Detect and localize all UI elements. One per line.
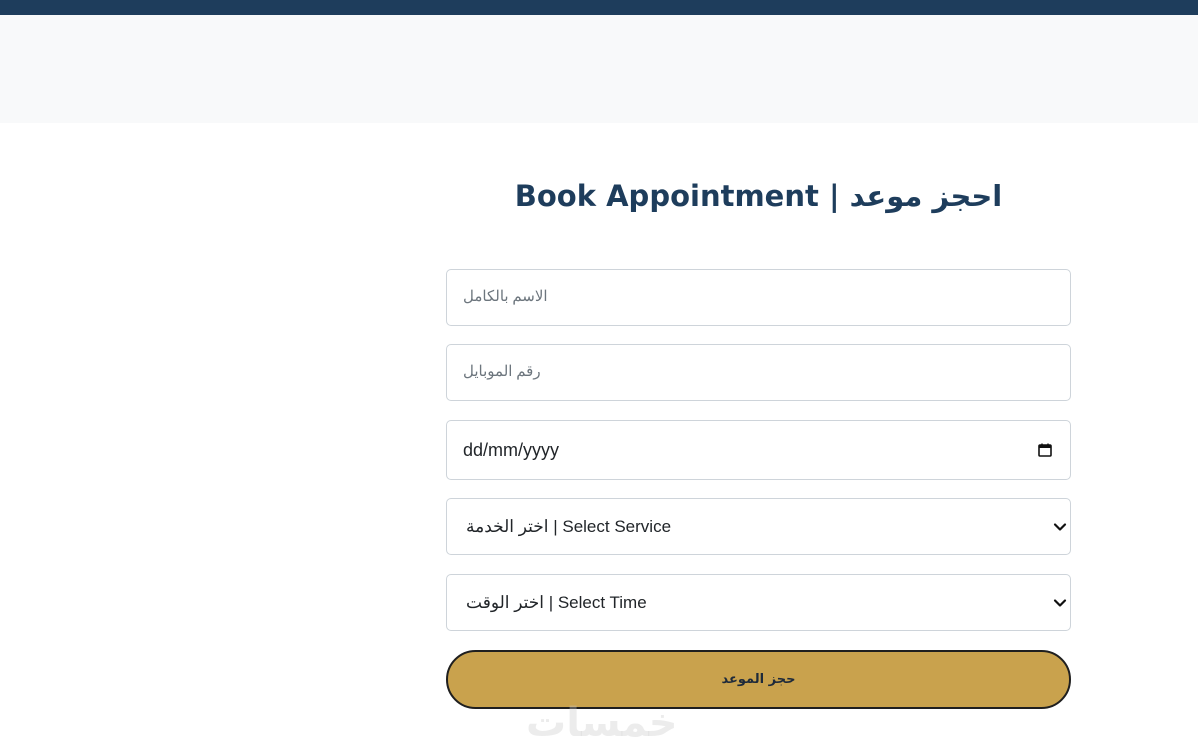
mobile-input[interactable] <box>447 345 1070 400</box>
book-appointment-button-label: حجز الموعد <box>721 672 796 687</box>
chevron-down-icon <box>1053 599 1067 607</box>
time-select[interactable]: اختر الوقت | Select Time <box>446 574 1071 631</box>
hero-banner <box>0 15 1198 123</box>
chevron-down-icon <box>1053 523 1067 531</box>
full-name-input[interactable] <box>447 270 1070 325</box>
service-select-value: اختر الخدمة | Select Service <box>466 517 672 536</box>
time-select-value: اختر الوقت | Select Time <box>466 593 647 612</box>
page-title: Book Appointment | احجز موعد <box>514 179 1003 213</box>
watermark-logo: خمسات <box>526 700 676 746</box>
top-navigation-bar <box>0 0 1198 15</box>
service-select[interactable]: اختر الخدمة | Select Service <box>446 498 1071 555</box>
date-input-value[interactable]: dd/mm/yyyy <box>463 421 559 479</box>
mobile-field[interactable] <box>446 344 1071 401</box>
date-picker-field[interactable]: dd/mm/yyyy <box>446 420 1071 480</box>
calendar-icon[interactable] <box>1038 443 1052 457</box>
full-name-field[interactable] <box>446 269 1071 326</box>
